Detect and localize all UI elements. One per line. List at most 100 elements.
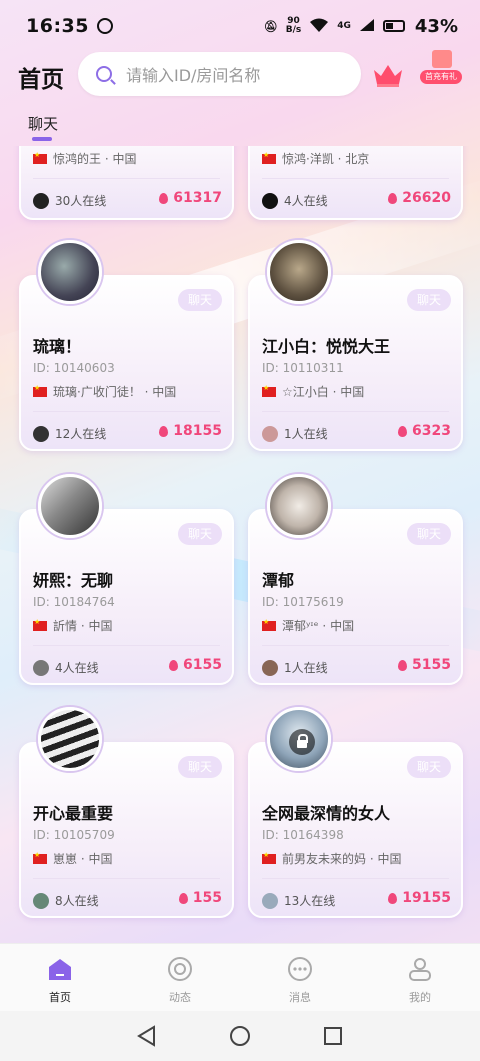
room-avatar[interactable] <box>38 240 102 304</box>
heat-value: 6323 <box>398 423 451 439</box>
flame-icon <box>169 659 179 671</box>
online-count-text: 4人在线 <box>284 194 328 208</box>
chat-button[interactable]: 聊天 <box>178 289 222 311</box>
heat-value-text: 61317 <box>173 190 222 206</box>
online-count-text: 1人在线 <box>284 661 328 675</box>
room-owner: 潭郁ʸᶦᵉ <box>282 619 319 633</box>
room-country: 北京 <box>345 152 370 166</box>
chat-button[interactable]: 聊天 <box>407 523 451 545</box>
member-avatar <box>262 659 278 676</box>
crown-icon[interactable] <box>372 62 404 88</box>
nav-messages-label: 消息 <box>289 991 311 1004</box>
room-avatar[interactable] <box>267 474 331 538</box>
flame-icon <box>398 425 408 437</box>
recents-icon[interactable] <box>322 1025 344 1047</box>
signal-icon <box>359 18 375 35</box>
nav-moments[interactable]: 动态 <box>120 944 240 1011</box>
battery-percent: 43% <box>414 15 458 37</box>
room-location: 訢情 · 中国 <box>33 617 112 634</box>
search-input[interactable]: 请输入ID/房间名称 <box>78 52 361 96</box>
moments-icon <box>168 957 192 981</box>
room-avatar[interactable] <box>267 707 331 771</box>
room-id: ID: 10184764 <box>33 595 115 609</box>
room-location: ☆江小白 · 中国 <box>262 383 364 400</box>
room-card[interactable]: 聊天 琉璃！ ID: 10140603 琉璃·广收门徒！ · 中国 12人在线 … <box>19 275 234 451</box>
room-location: 惊鸿·洋凯 · 北京 <box>262 150 369 167</box>
nav-profile[interactable]: 我的 <box>360 944 480 1011</box>
heat-value-text: 155 <box>192 890 222 906</box>
room-card[interactable]: 聊天 妍熙：无聊 ID: 10184764 訢情 · 中国 4人在线 6155 <box>19 509 234 685</box>
room-avatar[interactable] <box>38 474 102 538</box>
page-title: 首页 <box>18 67 64 93</box>
net-speed-unit: B/s <box>285 25 302 35</box>
room-id: ID: 10140603 <box>33 361 115 375</box>
room-name: 开心最重要 <box>33 804 114 823</box>
room-feed[interactable]: 惊鸿的王 · 中国 30人在线 61317 惊鸿·洋凯 · 北京 4人在线 26… <box>0 146 480 943</box>
online-count: 4人在线 <box>262 192 328 209</box>
online-count: 1人在线 <box>262 425 328 442</box>
chat-button[interactable]: 聊天 <box>178 523 222 545</box>
room-card[interactable]: 聊天 开心最重要 ID: 10105709 崽崽 · 中国 8人在线 155 <box>19 742 234 918</box>
online-count-text: 1人在线 <box>284 427 328 441</box>
online-count-text: 8人在线 <box>55 894 99 908</box>
member-avatar <box>262 892 278 909</box>
chat-button[interactable]: 聊天 <box>178 756 222 778</box>
online-count: 13人在线 <box>262 892 335 909</box>
nav-home-label: 首页 <box>49 991 71 1004</box>
online-count-text: 30人在线 <box>55 194 107 208</box>
room-country: 中国 <box>88 852 113 866</box>
divider <box>33 411 220 412</box>
heat-value-text: 5155 <box>412 657 451 673</box>
room-owner: 前男友未来的妈 <box>282 852 367 866</box>
flame-icon <box>388 892 398 904</box>
china-flag-icon <box>262 618 276 631</box>
home-circle-icon[interactable] <box>229 1025 251 1047</box>
room-avatar[interactable] <box>38 707 102 771</box>
room-name: 潭郁 <box>262 571 295 590</box>
room-card[interactable]: 惊鸿·洋凯 · 北京 4人在线 26620 <box>248 146 463 220</box>
online-count-text: 13人在线 <box>284 894 336 908</box>
room-location: 前男友未来的妈 · 中国 <box>262 850 401 867</box>
room-card[interactable]: 惊鸿的王 · 中国 30人在线 61317 <box>19 146 234 220</box>
chat-button[interactable]: 聊天 <box>407 756 451 778</box>
room-name: 妍熙：无聊 <box>33 571 114 590</box>
member-avatar <box>33 892 49 909</box>
back-icon[interactable] <box>136 1025 158 1047</box>
room-owner: 惊鸿的王 <box>53 152 102 166</box>
room-location: 琉璃·广收门徒！ · 中国 <box>33 383 176 400</box>
online-count-text: 12人在线 <box>55 427 107 441</box>
china-flag-icon <box>33 851 47 864</box>
room-card[interactable]: 聊天 潭郁 ID: 10175619 潭郁ʸᶦᵉ · 中国 1人在线 5155 <box>248 509 463 685</box>
room-location: 潭郁ʸᶦᵉ · 中国 <box>262 617 354 634</box>
room-name: 江小白：悦悦大王 <box>262 337 391 356</box>
bottom-nav: 首页 动态 消息 我的 <box>0 943 480 1011</box>
heat-value-text: 26620 <box>402 190 451 206</box>
room-country: 中国 <box>152 385 177 399</box>
chat-button[interactable]: 聊天 <box>407 289 451 311</box>
heat-value: 155 <box>178 890 222 906</box>
china-flag-icon <box>262 384 276 397</box>
first-recharge-gift-button[interactable]: 首充有礼 <box>418 50 464 90</box>
tab-chat[interactable]: 聊天 <box>28 113 58 134</box>
room-card[interactable]: 聊天 全网最深情的女人 ID: 10164398 前男友未来的妈 · 中国 13… <box>248 742 463 918</box>
mute-icon: 🔕︎ <box>263 19 278 33</box>
china-flag-icon <box>33 151 47 164</box>
flame-icon <box>398 659 408 671</box>
nav-messages[interactable]: 消息 <box>240 944 360 1011</box>
search-icon <box>96 66 112 82</box>
divider <box>262 645 449 646</box>
member-avatar <box>33 425 49 442</box>
room-location: 崽崽 · 中国 <box>33 850 112 867</box>
room-avatar[interactable] <box>267 240 331 304</box>
online-count: 30人在线 <box>33 192 106 209</box>
nav-home[interactable]: 首页 <box>0 944 120 1011</box>
room-id: ID: 10175619 <box>262 595 344 609</box>
room-card[interactable]: 聊天 江小白：悦悦大王 ID: 10110311 ☆江小白 · 中国 1人在线 … <box>248 275 463 451</box>
flame-icon <box>178 892 188 904</box>
nav-moments-label: 动态 <box>169 991 191 1004</box>
online-count: 12人在线 <box>33 425 106 442</box>
divider <box>262 878 449 879</box>
china-flag-icon <box>262 151 276 164</box>
divider <box>33 178 220 179</box>
flame-icon <box>159 425 169 437</box>
